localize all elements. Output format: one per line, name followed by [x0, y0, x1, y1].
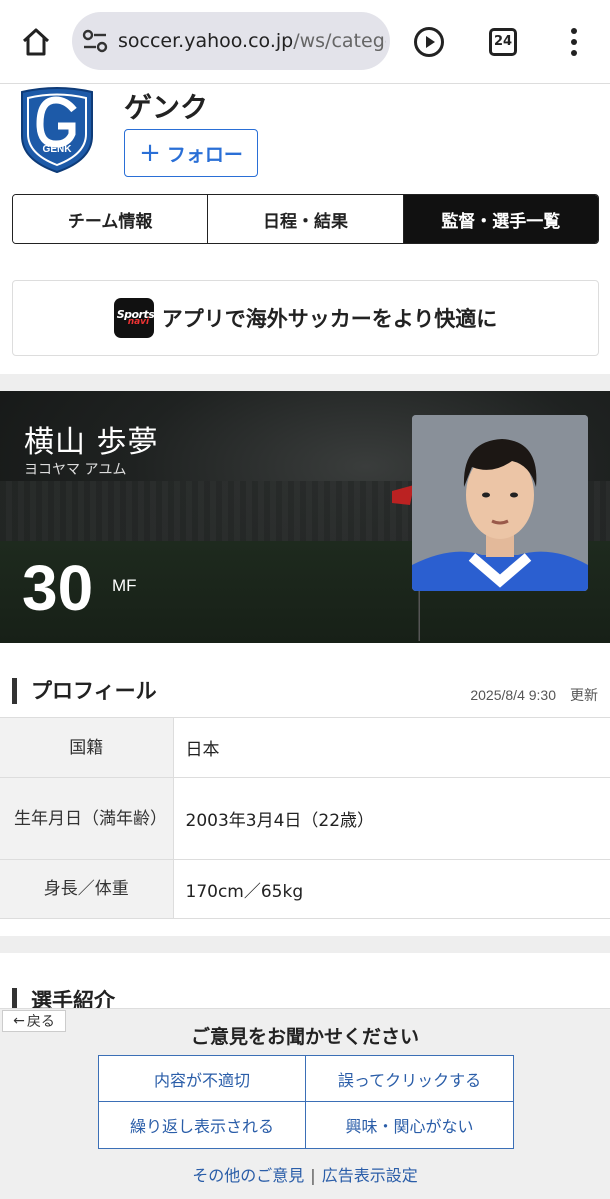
other-feedback-link[interactable]: その他のご意見 [192, 1166, 304, 1185]
team-logo: GENK [21, 87, 93, 174]
feedback-links: その他のご意見 | 広告表示設定 [0, 1162, 610, 1186]
profile-key: 生年月日（満年齢） [0, 777, 174, 860]
url-host: soccer.yahoo.co.jp [118, 30, 294, 52]
follow-label: フォロー [166, 143, 243, 166]
team-name: ゲンク [124, 91, 209, 124]
profile-value: 2003年3月4日（22歳） [173, 777, 610, 860]
table-row: 生年月日（満年齢） 2003年3月4日（22歳） [0, 777, 610, 860]
ad-settings-link[interactable]: 広告表示設定 [322, 1166, 418, 1185]
profile-table: 国籍 日本 生年月日（満年齢） 2003年3月4日（22歳） 身長／体重 170… [0, 717, 610, 919]
feedback-title: ご意見をお聞かせください [190, 1026, 419, 1048]
table-row: 身長／体重 170cm／65kg [0, 859, 610, 919]
table-row: 国籍 日本 [0, 717, 610, 778]
profile-key: 身長／体重 [0, 859, 174, 919]
url-text: soccer.yahoo.co.jp/ws/catego [118, 30, 386, 52]
player-name-kana: ヨコヤマ アユム [24, 462, 127, 478]
player-name: 横山 歩夢 [24, 425, 159, 460]
section-divider [0, 936, 610, 953]
tab-squad-list[interactable]: 監督・選手一覧 [403, 195, 598, 243]
app-banner[interactable]: Sports navi アプリで海外サッカーをより快適に [12, 280, 599, 356]
more-menu-icon[interactable] [566, 26, 582, 58]
site-settings-icon[interactable] [82, 29, 108, 53]
home-icon[interactable] [18, 24, 54, 60]
app-banner-text: アプリで海外サッカーをより快適に [161, 307, 498, 331]
team-logo-text: GENK [43, 144, 73, 155]
player-photo [412, 415, 588, 591]
link-separator: | [310, 1166, 316, 1185]
tab-schedule-results[interactable]: 日程・結果 [208, 195, 404, 243]
feedback-option-not-interested[interactable]: 興味・関心がない [306, 1102, 513, 1148]
play-icon[interactable] [413, 26, 445, 58]
sportsnavi-app-icon: Sports navi [113, 298, 154, 338]
player-number: 30 [22, 552, 94, 624]
profile-value: 170cm／65kg [173, 859, 610, 919]
feedback-option-misclick[interactable]: 誤ってクリックする [306, 1056, 513, 1102]
tab-team-info[interactable]: チーム情報 [13, 195, 209, 243]
feedback-options: 内容が不適切 誤ってクリックする 繰り返し表示される 興味・関心がない [98, 1055, 514, 1149]
browser-toolbar: soccer.yahoo.co.jp/ws/catego 24 [0, 0, 610, 84]
player-position: MF [112, 576, 137, 595]
team-tabs: チーム情報 日程・結果 監督・選手一覧 [12, 194, 599, 244]
feedback-option-inappropriate[interactable]: 内容が不適切 [99, 1056, 306, 1102]
feedback-option-repeated[interactable]: 繰り返し表示される [99, 1102, 306, 1148]
profile-heading: プロフィール [12, 678, 157, 704]
player-hero: 横山 歩夢 ヨコヤマ アユム 30 MF [0, 391, 610, 643]
updated-timestamp: 2025/8/4 9:30 更新 [470, 687, 598, 703]
tab-switcher-button[interactable]: 24 [489, 28, 517, 56]
follow-button[interactable]: + フォロー [124, 129, 258, 177]
profile-key: 国籍 [0, 717, 174, 778]
profile-value: 日本 [173, 717, 610, 778]
section-divider [0, 374, 610, 391]
url-path: /ws/catego [293, 30, 386, 52]
address-bar[interactable]: soccer.yahoo.co.jp/ws/catego [72, 12, 390, 70]
plus-icon: + [139, 138, 161, 168]
